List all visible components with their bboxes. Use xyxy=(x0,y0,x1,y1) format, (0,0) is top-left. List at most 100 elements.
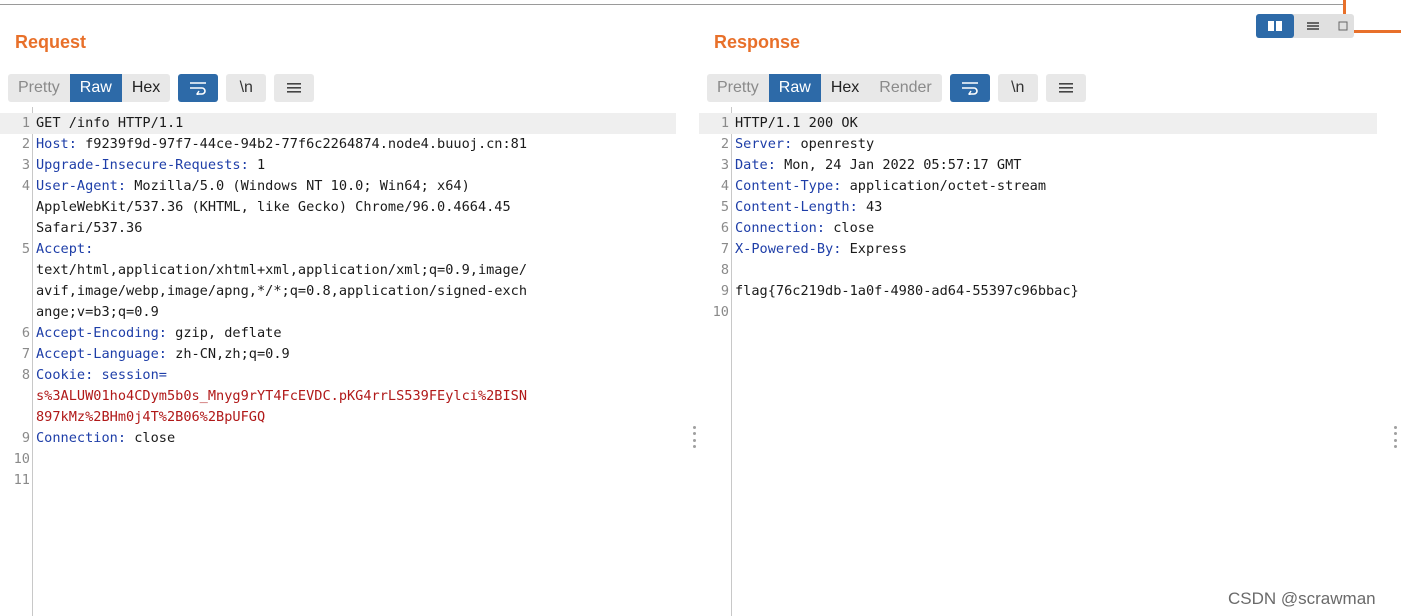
line-text: Accept: xyxy=(36,239,93,260)
header-name: Host: xyxy=(36,136,77,152)
header-value: avif,image/webp,image/apng,*/*;q=0.8,app… xyxy=(36,283,528,299)
code-line[interactable]: 6 Connection: close xyxy=(699,218,1377,239)
header-name: User-Agent: xyxy=(36,178,127,194)
code-line[interactable]: 1 GET /info HTTP/1.1 xyxy=(0,113,676,134)
line-text: Content-Type: application/octet-stream xyxy=(735,176,1046,197)
wrap-lines-icon[interactable] xyxy=(949,74,990,102)
line-number xyxy=(0,281,36,302)
header-value: gzip, deflate xyxy=(166,325,282,341)
line-number: 8 xyxy=(21,367,30,383)
tab-raw[interactable]: Raw xyxy=(69,74,122,102)
code-line[interactable]: 9 flag{76c219db-1a0f-4980-ad64-55397c96bb… xyxy=(699,281,1377,302)
code-line[interactable]: 2 Host: f9239f9d-97f7-44ce-94b2-77f6c2264… xyxy=(0,134,676,155)
header-value: Mozilla/5.0 (Windows NT 10.0; Win64; x64… xyxy=(126,178,470,194)
code-line[interactable]: avif,image/webp,image/apng,*/*;q=0.8,app… xyxy=(0,281,676,302)
code-line[interactable]: 8 xyxy=(699,260,1377,281)
line-text: Accept-Encoding: gzip, deflate xyxy=(36,323,282,344)
code-line[interactable]: 4 User-Agent: Mozilla/5.0 (Windows NT 10.… xyxy=(0,176,676,197)
line-text: Content-Length: 43 xyxy=(735,197,882,218)
code-line[interactable]: 1 HTTP/1.1 200 OK xyxy=(699,113,1377,134)
cookie-value: s%3ALUW01ho4CDym5b0s_Mnyg9rYT4FcEVDC.pKG… xyxy=(36,388,528,404)
header-value: f9239f9d-97f7-44ce-94b2-77f6c2264874.nod… xyxy=(76,136,528,152)
code-line[interactable]: 3 Upgrade-Insecure-Requests: 1 xyxy=(0,155,676,176)
tab-hex[interactable]: Hex xyxy=(821,74,869,102)
panel-resize-handle[interactable] xyxy=(692,426,696,448)
response-toolbar: Pretty Raw Hex Render \n xyxy=(707,73,1094,103)
line-text: avif,image/webp,image/apng,*/*;q=0.8,app… xyxy=(36,281,527,302)
code-line[interactable]: 3 Date: Mon, 24 Jan 2022 05:57:17 GMT xyxy=(699,155,1377,176)
header-name: Date: xyxy=(735,157,776,173)
menu-icon[interactable] xyxy=(274,74,315,102)
tab-raw[interactable]: Raw xyxy=(768,74,821,102)
code-line[interactable]: text/html,application/xhtml+xml,applicat… xyxy=(0,260,676,281)
code-line[interactable]: AppleWebKit/537.36 (KHTML, like Gecko) C… xyxy=(0,197,676,218)
line-number: 7 xyxy=(720,241,729,257)
line-text: X-Powered-By: Express xyxy=(735,239,907,260)
line-text: Accept-Language: zh-CN,zh;q=0.9 xyxy=(36,344,290,365)
request-toolbar: Pretty Raw Hex \n xyxy=(8,73,322,103)
code-line[interactable]: 10 xyxy=(699,302,1377,323)
response-title: Response xyxy=(714,32,801,52)
line-number: 1 xyxy=(21,115,30,131)
line-number: 4 xyxy=(720,178,729,194)
code-line[interactable]: 11 xyxy=(0,470,676,491)
header-value: flag{76c219db-1a0f-4980-ad64-55397c96bba… xyxy=(735,283,1079,299)
header-name: X-Powered-By: xyxy=(735,241,842,257)
line-number: 11 xyxy=(13,472,30,488)
header-name: Cookie: xyxy=(36,367,94,383)
code-line[interactable]: 5 Content-Length: 43 xyxy=(699,197,1377,218)
tab-render[interactable]: Render xyxy=(869,74,941,102)
line-text: flag{76c219db-1a0f-4980-ad64-55397c96bba… xyxy=(735,281,1079,302)
line-number: 9 xyxy=(720,283,729,299)
request-code[interactable]: 1 GET /info HTTP/1.1 2 Host: f9239f9d-97f7-… xyxy=(0,113,676,491)
line-text: ange;v=b3;q=0.9 xyxy=(36,302,159,323)
code-line[interactable]: s%3ALUW01ho4CDym5b0s_Mnyg9rYT4FcEVDC.pKG… xyxy=(0,386,676,407)
line-text: GET /info HTTP/1.1 xyxy=(36,113,183,134)
code-line[interactable]: Safari/537.36 xyxy=(0,218,676,239)
line-text: Date: Mon, 24 Jan 2022 05:57:17 GMT xyxy=(735,155,1021,176)
line-number: 3 xyxy=(720,157,729,173)
right-resize-handle[interactable] xyxy=(1393,426,1397,448)
code-line[interactable]: 7 X-Powered-By: Express xyxy=(699,239,1377,260)
line-text: AppleWebKit/537.36 (KHTML, like Gecko) C… xyxy=(36,197,511,218)
header-name: Content-Length: xyxy=(735,199,858,215)
wrap-lines-icon[interactable] xyxy=(178,74,219,102)
line-number xyxy=(0,407,36,428)
header-value: Mon, 24 Jan 2022 05:57:17 GMT xyxy=(775,157,1022,173)
line-number xyxy=(0,302,36,323)
cookie-value: 897kMz%2BHm0j4T%2B06%2BpUFGQ xyxy=(36,409,266,425)
code-line[interactable]: 6 Accept-Encoding: gzip, deflate xyxy=(0,323,676,344)
code-line[interactable]: 8 Cookie: session= xyxy=(0,365,676,386)
code-line[interactable]: 7 Accept-Language: zh-CN,zh;q=0.9 xyxy=(0,344,676,365)
line-number xyxy=(0,197,36,218)
header-value: HTTP/1.1 200 OK xyxy=(735,115,858,131)
show-newlines-button[interactable]: \n xyxy=(226,74,267,102)
menu-icon[interactable] xyxy=(1045,74,1086,102)
code-line[interactable]: 4 Content-Type: application/octet-stream xyxy=(699,176,1377,197)
show-newlines-button[interactable]: \n xyxy=(997,74,1038,102)
line-text: Upgrade-Insecure-Requests: 1 xyxy=(36,155,265,176)
line-text: Safari/537.36 xyxy=(36,218,142,239)
tab-pretty[interactable]: Pretty xyxy=(707,74,769,102)
code-line[interactable]: ange;v=b3;q=0.9 xyxy=(0,302,676,323)
header-value: ange;v=b3;q=0.9 xyxy=(36,304,159,320)
tab-hex[interactable]: Hex xyxy=(122,74,170,102)
header-value: 1 xyxy=(248,157,266,173)
response-code[interactable]: 1 HTTP/1.1 200 OK 2 Server: openresty 3 Date:… xyxy=(699,113,1377,323)
header-value: Express xyxy=(841,241,907,257)
newline-label: \n xyxy=(239,79,253,96)
tab-pretty[interactable]: Pretty xyxy=(8,74,70,102)
line-text: Cookie: session= xyxy=(36,365,167,386)
response-view-tabs: Pretty Raw Hex Render xyxy=(707,74,942,102)
code-line[interactable]: 10 xyxy=(0,449,676,470)
code-line[interactable]: 5 Accept: xyxy=(0,239,676,260)
line-number: 9 xyxy=(21,430,30,446)
line-number xyxy=(0,386,36,407)
newline-label: \n xyxy=(1011,79,1025,96)
code-line[interactable]: 9 Connection: close xyxy=(0,428,676,449)
code-line[interactable]: 2 Server: openresty xyxy=(699,134,1377,155)
line-number: 10 xyxy=(712,304,729,320)
request-panel: Request Pretty Raw Hex \n 1 GET /info HTT… xyxy=(0,0,692,616)
code-line[interactable]: 897kMz%2BHm0j4T%2B06%2BpUFGQ xyxy=(0,407,676,428)
header-value: close xyxy=(825,220,875,236)
